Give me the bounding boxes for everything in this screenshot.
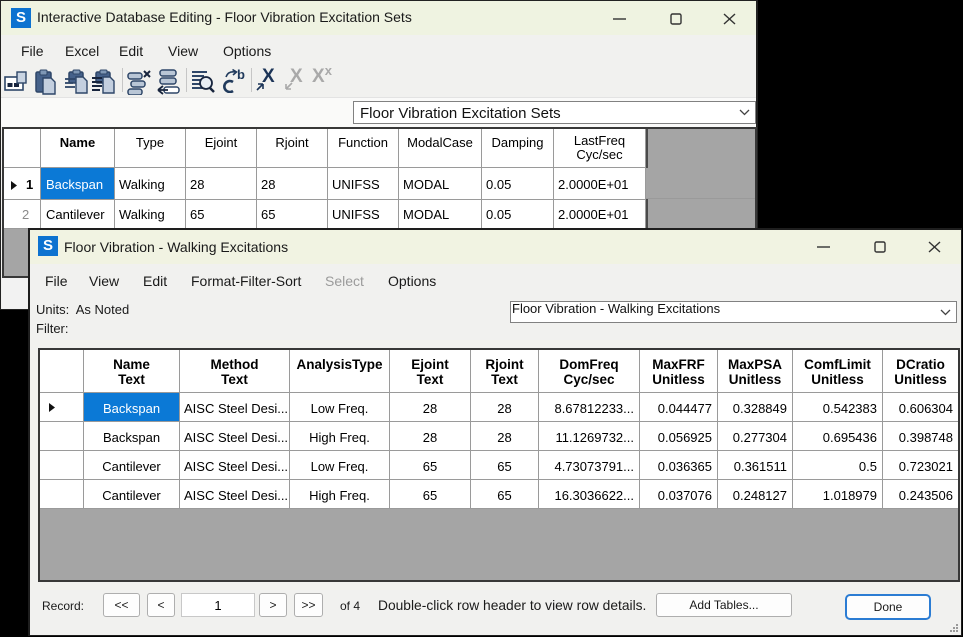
svg-text:b: b [237, 67, 245, 82]
